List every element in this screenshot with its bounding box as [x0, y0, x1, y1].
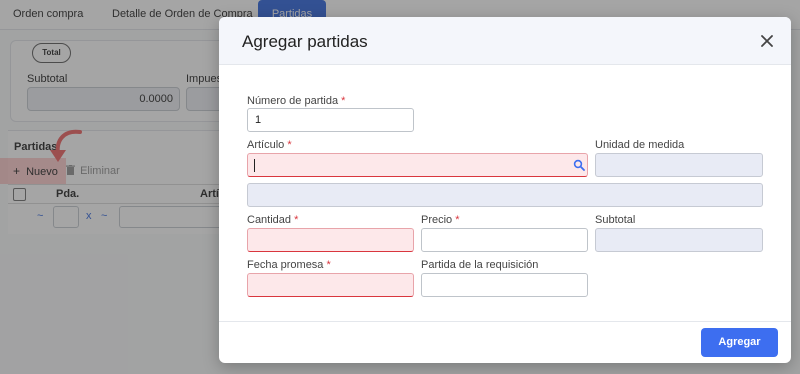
unidad-medida-field [595, 153, 763, 177]
cantidad-input[interactable] [247, 228, 414, 252]
dialog-title: Agregar partidas [242, 32, 368, 51]
unidad-medida-label: Unidad de medida [595, 139, 685, 151]
articulo-descripcion-field [247, 183, 763, 207]
numero-partida-input[interactable]: 1 [247, 108, 414, 132]
subtotal-field [595, 228, 763, 252]
partida-requisicion-label: Partida de la requisición [421, 259, 539, 271]
agregar-button[interactable]: Agregar [701, 328, 778, 357]
precio-label: Precio * [421, 214, 460, 226]
partida-requisicion-input[interactable] [421, 273, 588, 297]
agregar-partidas-dialog: Agregar partidas Número de partida * 1 A… [219, 17, 791, 363]
subtotal-label: Subtotal [595, 214, 636, 226]
close-icon[interactable] [759, 33, 775, 49]
dialog-header: Agregar partidas [219, 17, 791, 65]
text-caret [254, 159, 255, 172]
cantidad-label: Cantidad * [247, 214, 299, 226]
articulo-input[interactable] [247, 153, 588, 177]
fecha-promesa-input[interactable] [247, 273, 414, 297]
fecha-promesa-label: Fecha promesa * [247, 259, 331, 271]
search-icon[interactable] [573, 159, 585, 171]
numero-partida-label: Número de partida * [247, 95, 346, 107]
articulo-label: Artículo * [247, 139, 292, 151]
dialog-footer-divider [219, 321, 791, 322]
precio-input[interactable] [421, 228, 588, 252]
